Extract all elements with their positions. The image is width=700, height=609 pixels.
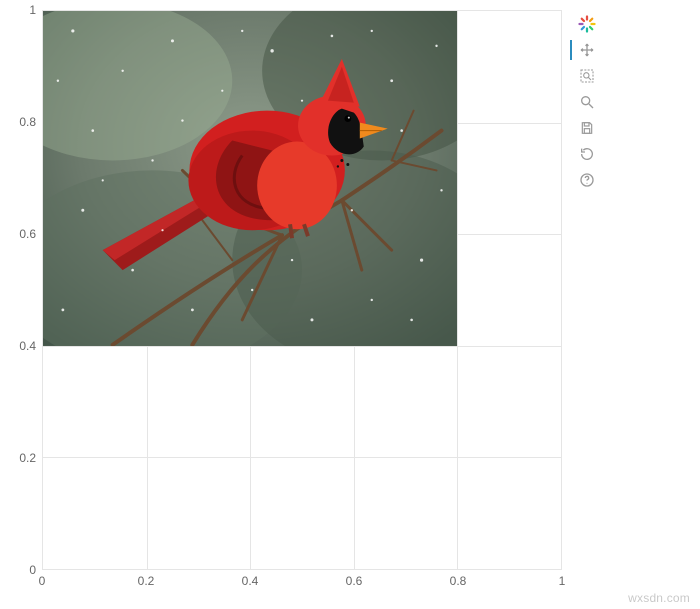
y-tick-label: 1 xyxy=(6,3,36,17)
box-zoom-tool[interactable] xyxy=(574,64,600,88)
y-tick-label: 0.8 xyxy=(6,115,36,129)
y-tick-label: 0.2 xyxy=(6,451,36,465)
bokeh-toolbar xyxy=(572,6,602,192)
bokeh-logo-icon[interactable] xyxy=(574,12,600,36)
bokeh-figure: 0 0.2 0.4 0.6 0.8 1 0 0.2 0.4 0.6 0.8 1 xyxy=(6,6,568,602)
help-tool[interactable] xyxy=(574,168,600,192)
gridline xyxy=(43,346,561,347)
x-tick-label: 0.8 xyxy=(450,574,467,588)
y-tick-label: 0.6 xyxy=(6,227,36,241)
y-tick-label: 0 xyxy=(6,563,36,577)
wheel-zoom-tool[interactable] xyxy=(574,90,600,114)
save-tool[interactable] xyxy=(574,116,600,140)
gridline xyxy=(457,11,458,569)
y-tick-label: 0.4 xyxy=(6,339,36,353)
x-tick-label: 0.2 xyxy=(138,574,155,588)
image-glyph-cardinal xyxy=(43,11,457,346)
reset-tool[interactable] xyxy=(574,142,600,166)
figure-container: 0 0.2 0.4 0.6 0.8 1 0 0.2 0.4 0.6 0.8 1 xyxy=(6,6,694,602)
x-tick-label: 1 xyxy=(559,574,566,588)
x-tick-label: 0.6 xyxy=(346,574,363,588)
x-tick-label: 0 xyxy=(39,574,46,588)
x-tick-label: 0.4 xyxy=(242,574,259,588)
gridline xyxy=(43,457,561,458)
plot-area[interactable] xyxy=(42,10,562,570)
pan-tool[interactable] xyxy=(574,38,600,62)
watermark-text: wxsdn.com xyxy=(628,591,690,605)
